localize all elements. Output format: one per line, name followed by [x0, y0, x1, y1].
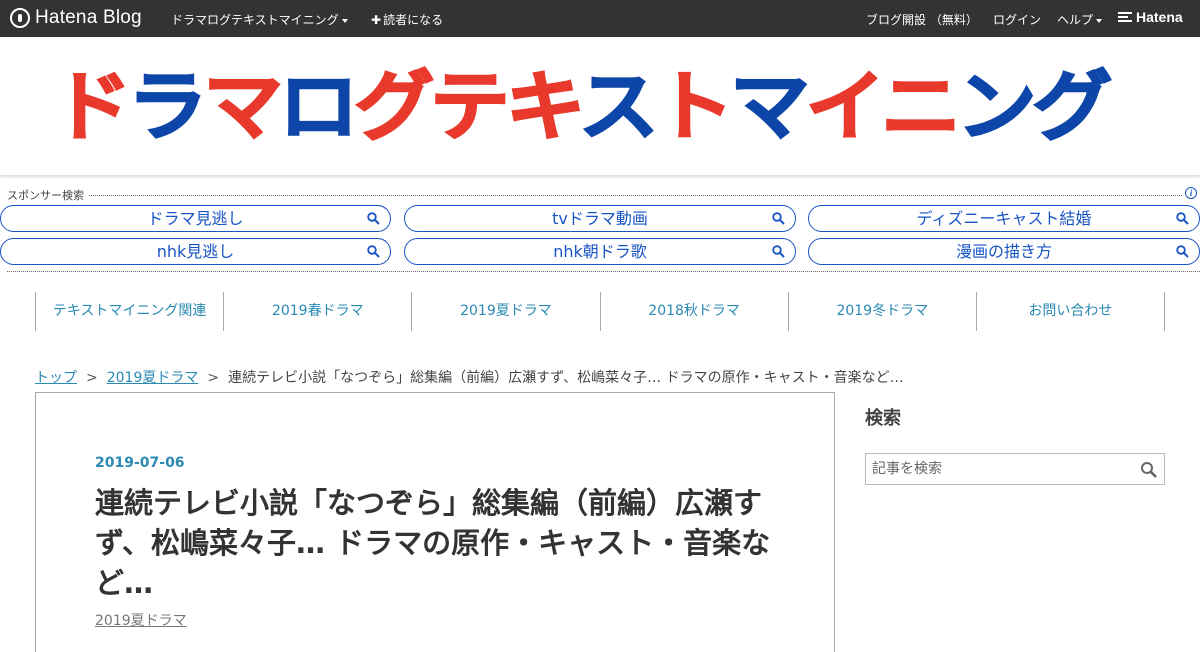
search-icon: [367, 245, 380, 258]
blog-title-char: テ: [429, 62, 511, 151]
nav-item-text-mining[interactable]: テキストマイニング関連: [35, 292, 223, 331]
sponsor-item-label: tvドラマ動画: [552, 209, 648, 228]
sponsor-item-label: ディズニーキャスト結婚: [916, 209, 1092, 228]
chevron-down-icon: [341, 18, 348, 23]
hatena-logo[interactable]: Hatena: [1118, 9, 1183, 25]
blog-title-char: ラ: [127, 62, 209, 151]
hatena-topbar: Hatena Blog ドラマログテキストマイニング ✚ 読者になる ブログ開設 …: [0, 0, 1200, 37]
sponsor-search-item[interactable]: ディズニーキャスト結婚: [808, 205, 1200, 232]
sponsor-search-item[interactable]: nhk朝ドラ歌: [404, 238, 796, 265]
subscribe-button[interactable]: ✚ 読者になる: [371, 11, 443, 28]
help-label: ヘルプ: [1057, 13, 1094, 27]
blog-title-char: イ: [805, 62, 887, 151]
subscribe-label: 読者になる: [383, 13, 444, 27]
breadcrumb: トップ >2019夏ドラマ > 連続テレビ小説「なつぞら」総集編（前編）広瀬すず、松嶋…: [35, 367, 904, 387]
article-entry: 2019-07-06 連続テレビ小説「なつぞら」総集編（前編）広瀬すず、松嶋菜々…: [35, 392, 835, 652]
nav-item-2019-summer[interactable]: 2019夏ドラマ: [411, 292, 599, 331]
blog-menu-dropdown[interactable]: ドラマログテキストマイニング: [171, 11, 348, 28]
info-icon[interactable]: i: [1185, 187, 1197, 199]
sponsor-search-item[interactable]: tvドラマ動画: [404, 205, 796, 232]
sponsor-item-label: nhk見逃し: [156, 242, 235, 261]
sponsor-label: スポンサー検索: [7, 187, 88, 203]
open-blog-link[interactable]: ブログ開設 （無料）: [866, 11, 978, 28]
chevron-down-icon: [1096, 18, 1103, 23]
blog-title-char: マ: [729, 62, 811, 151]
blog-title-char: ロ: [278, 62, 360, 151]
blog-title-char: ニ: [880, 62, 962, 151]
hatena-mark-icon: [1118, 12, 1132, 22]
help-dropdown[interactable]: ヘルプ: [1057, 11, 1103, 28]
blog-title-char: ス: [578, 62, 660, 151]
blog-title[interactable]: ドラマログテキストマイニング: [51, 62, 1113, 151]
search-icon: [772, 245, 785, 258]
blog-title-char: グ: [1031, 62, 1113, 151]
nav-item-2018-autumn[interactable]: 2018秋ドラマ: [599, 292, 788, 331]
sponsor-item-label: ドラマ見逃し: [147, 209, 244, 228]
plus-icon: ✚: [371, 13, 382, 27]
sidebar-search-box: [865, 453, 1165, 485]
hatena-logo-text: Hatena: [1136, 9, 1183, 25]
blog-menu-label: ドラマログテキストマイニング: [171, 13, 339, 27]
hatena-blog-logo-icon: [10, 8, 30, 28]
sponsor-search-item[interactable]: nhk見逃し: [0, 238, 391, 265]
breadcrumb-current: 連続テレビ小説「なつぞら」総集編（前編）広瀬すず、松嶋菜々子… ドラマの原作・キ…: [228, 370, 904, 386]
search-icon: [367, 212, 380, 225]
nav-item-2019-winter[interactable]: 2019冬ドラマ: [787, 292, 976, 331]
sidebar-search-input[interactable]: [866, 454, 1126, 484]
blog-title-char: マ: [202, 62, 284, 151]
breadcrumb-separator: >: [86, 370, 98, 386]
sponsor-search-item[interactable]: ドラマ見逃し: [0, 205, 391, 232]
login-link[interactable]: ログイン: [993, 11, 1041, 28]
blog-title-char: ン: [956, 62, 1038, 151]
breadcrumb-separator: >: [207, 370, 220, 386]
search-icon[interactable]: [1140, 461, 1157, 478]
blog-header: ドラマログテキストマイニング: [0, 37, 1200, 175]
sponsor-item-label: nhk朝ドラ歌: [553, 242, 647, 261]
blog-title-char: ト: [653, 62, 735, 151]
article-date[interactable]: 2019-07-06: [95, 455, 185, 471]
category-nav: テキストマイニング関連 2019春ドラマ 2019夏ドラマ 2018秋ドラマ 2…: [35, 292, 1166, 331]
sponsor-bottom-divider: [7, 271, 1200, 272]
breadcrumb-top-link[interactable]: トップ: [35, 370, 77, 386]
article-category-link[interactable]: 2019夏ドラマ: [95, 610, 187, 630]
nav-item-2019-spring[interactable]: 2019春ドラマ: [223, 292, 411, 331]
blog-title-char: ド: [51, 62, 133, 151]
sponsor-divider: [7, 195, 1182, 196]
search-icon: [772, 212, 785, 225]
article-title[interactable]: 連続テレビ小説「なつぞら」総集編（前編）広瀬すず、松嶋菜々子… ドラマの原作・キ…: [95, 483, 775, 603]
search-icon: [1176, 212, 1189, 225]
search-icon: [1176, 245, 1189, 258]
sponsor-search-item[interactable]: 漫画の描き方: [808, 238, 1200, 265]
hatena-blog-brand[interactable]: Hatena Blog: [10, 7, 142, 29]
sponsor-item-label: 漫画の描き方: [955, 242, 1052, 261]
blog-title-char: グ: [353, 62, 435, 151]
nav-item-contact[interactable]: お問い合わせ: [975, 292, 1166, 331]
brand-text: Hatena Blog: [35, 7, 142, 28]
breadcrumb-category-link[interactable]: 2019夏ドラマ: [107, 370, 199, 386]
sidebar-search-heading: 検索: [865, 408, 901, 429]
blog-title-char: キ: [505, 62, 584, 151]
